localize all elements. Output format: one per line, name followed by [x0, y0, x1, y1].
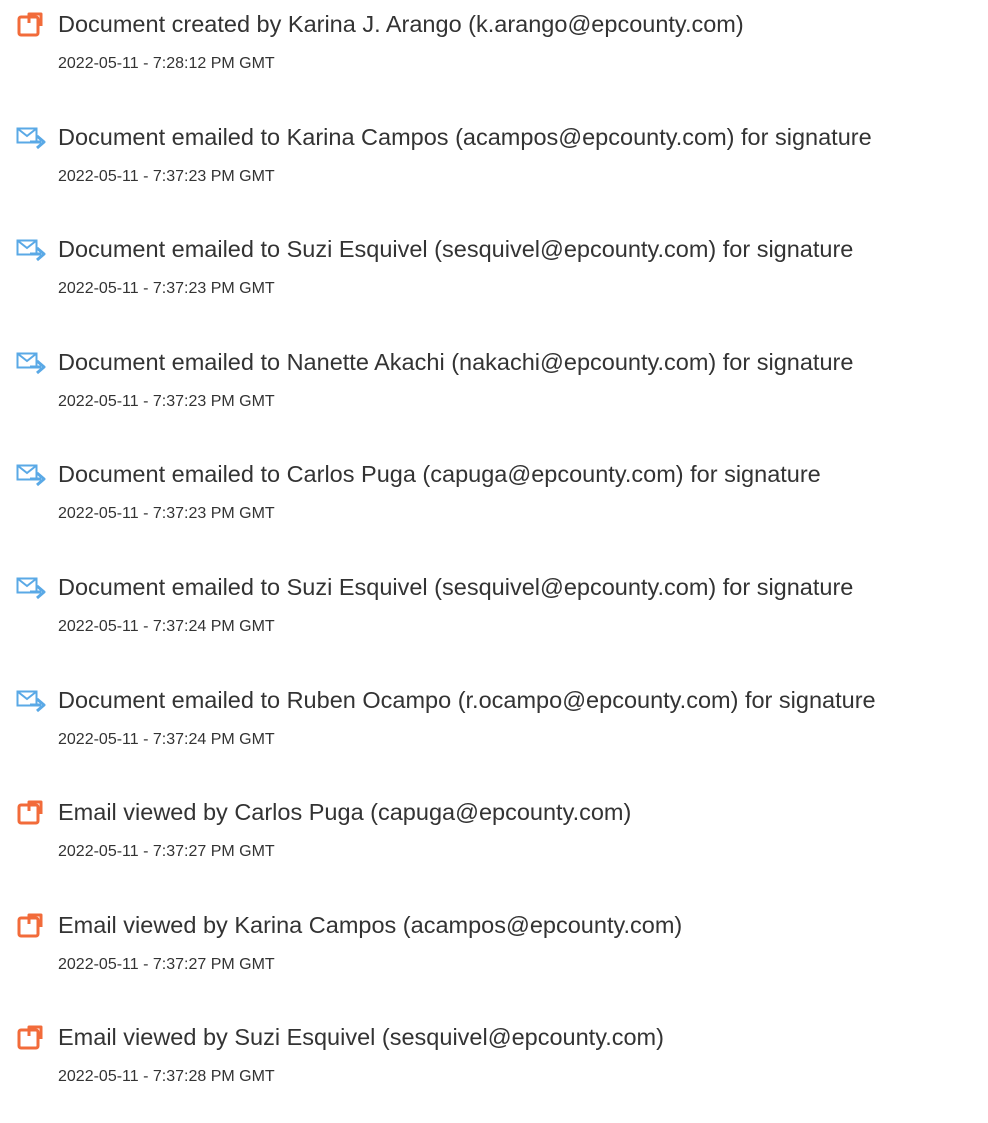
document-icon — [16, 913, 46, 939]
audit-event-item: Email viewed by Suzi Esquivel (sesquivel… — [0, 1023, 988, 1123]
document-icon — [16, 12, 46, 38]
document-icon — [16, 1025, 46, 1051]
audit-event-item: Email viewed by Carlos Puga (capuga@epco… — [0, 798, 988, 898]
audit-event-title: Document created by Karina J. Arango (k.… — [58, 11, 744, 37]
audit-event-timestamp: 2022-05-11 - 7:37:24 PM GMT — [58, 731, 275, 748]
audit-event-timestamp: 2022-05-11 - 7:37:23 PM GMT — [58, 393, 275, 410]
audit-event-title: Document emailed to Karina Campos (acamp… — [58, 124, 872, 150]
audit-event-timestamp: 2022-05-11 - 7:37:27 PM GMT — [58, 956, 275, 973]
audit-event-list: Document created by Karina J. Arango (k.… — [0, 0, 988, 1105]
email-sent-icon — [16, 237, 46, 263]
document-icon — [16, 800, 46, 826]
email-sent-icon — [16, 575, 46, 601]
audit-event-title: Email viewed by Carlos Puga (capuga@epco… — [58, 799, 632, 825]
audit-event-item: Document created by Karina J. Arango (k.… — [0, 10, 988, 110]
audit-event-item: Document emailed to Ruben Ocampo (r.ocam… — [0, 686, 988, 786]
email-sent-icon — [16, 462, 46, 488]
audit-event-item: Document emailed to Suzi Esquivel (sesqu… — [0, 235, 988, 335]
audit-event-timestamp: 2022-05-11 - 7:37:24 PM GMT — [58, 618, 275, 635]
audit-event-title: Document emailed to Ruben Ocampo (r.ocam… — [58, 687, 876, 713]
audit-event-title: Email viewed by Karina Campos (acampos@e… — [58, 912, 683, 938]
email-sent-icon — [16, 350, 46, 376]
audit-event-timestamp: 2022-05-11 - 7:37:27 PM GMT — [58, 843, 275, 860]
audit-event-title: Document emailed to Nanette Akachi (naka… — [58, 349, 854, 375]
email-sent-icon — [16, 125, 46, 151]
audit-event-item: Document emailed to Nanette Akachi (naka… — [0, 348, 988, 448]
audit-event-timestamp: 2022-05-11 - 7:37:23 PM GMT — [58, 505, 275, 522]
audit-event-timestamp: 2022-05-11 - 7:37:23 PM GMT — [58, 280, 275, 297]
audit-event-item: Document emailed to Karina Campos (acamp… — [0, 123, 988, 223]
audit-event-title: Email viewed by Suzi Esquivel (sesquivel… — [58, 1024, 664, 1050]
audit-event-title: Document emailed to Carlos Puga (capuga@… — [58, 461, 821, 487]
email-sent-icon — [16, 688, 46, 714]
audit-event-item: Document emailed to Suzi Esquivel (sesqu… — [0, 573, 988, 673]
audit-event-timestamp: 2022-05-11 - 7:28:12 PM GMT — [58, 55, 275, 72]
audit-event-title: Document emailed to Suzi Esquivel (sesqu… — [58, 236, 854, 262]
audit-event-timestamp: 2022-05-11 - 7:37:23 PM GMT — [58, 168, 275, 185]
audit-event-timestamp: 2022-05-11 - 7:37:28 PM GMT — [58, 1068, 275, 1085]
audit-event-item: Email viewed by Karina Campos (acampos@e… — [0, 911, 988, 1011]
audit-event-title: Document emailed to Suzi Esquivel (sesqu… — [58, 574, 854, 600]
audit-event-item: Document emailed to Carlos Puga (capuga@… — [0, 460, 988, 560]
